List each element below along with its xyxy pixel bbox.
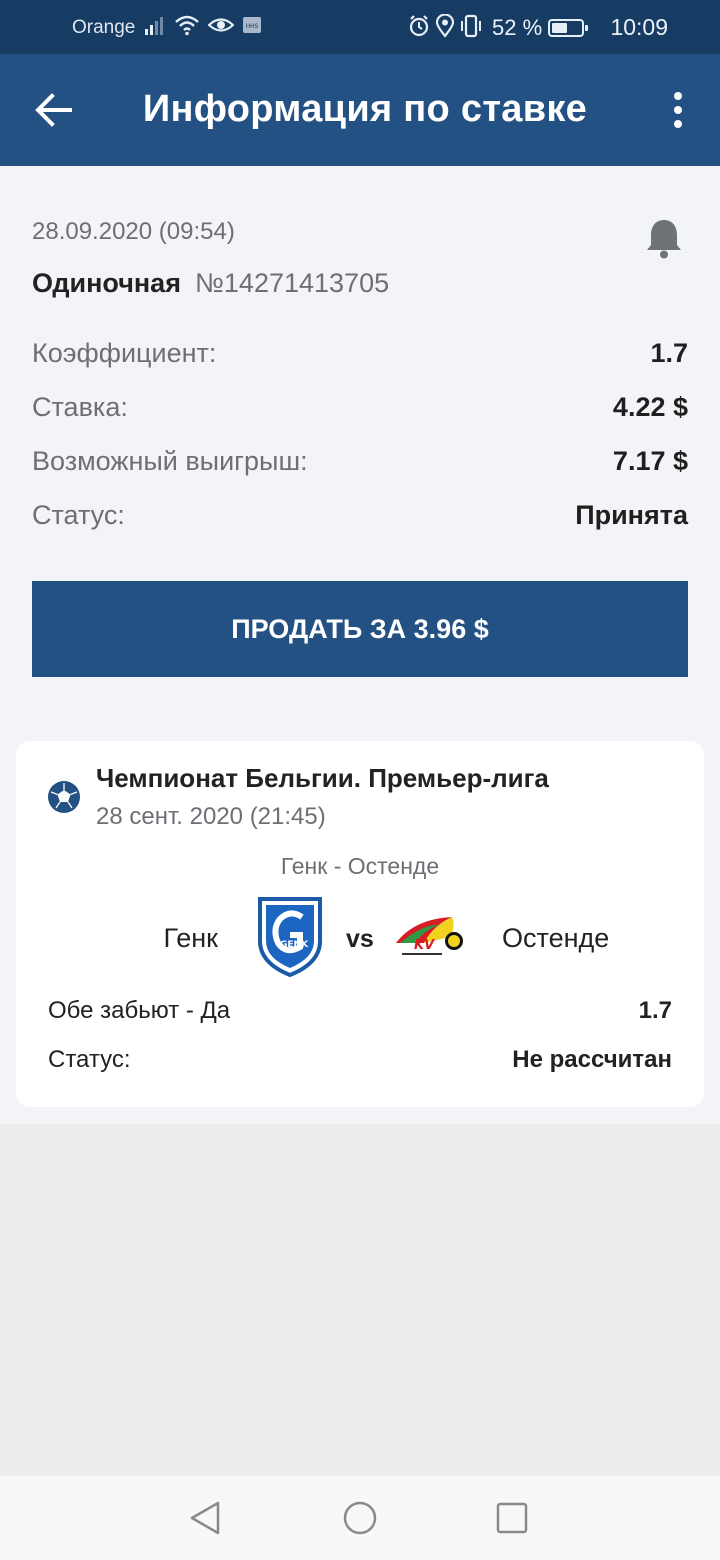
- clock: 10:09: [610, 14, 668, 40]
- nav-recents-icon[interactable]: [494, 1500, 530, 1536]
- detail-row-coefficient: Коэффициент: 1.7: [32, 338, 688, 378]
- status-bar: Orange HHS 52 % 10:09: [0, 0, 720, 54]
- more-vert-icon: [674, 92, 682, 100]
- pick-odds: 1.7: [638, 997, 672, 1024]
- more-vert-dot: [674, 120, 682, 128]
- wifi-icon: [175, 15, 199, 36]
- detail-value: Принята: [575, 500, 688, 530]
- oostende-logo: KV: [396, 917, 463, 955]
- detail-row-possible-win: Возможный выигрыш: 7.17 $: [32, 446, 688, 486]
- versus-label: vs: [346, 925, 374, 953]
- oostende-logo-text: KV: [414, 938, 435, 953]
- football-icon: [48, 781, 80, 813]
- more-vert-dot: [674, 106, 682, 114]
- status-icons-right: [408, 14, 482, 38]
- vibrate-icon: [461, 14, 481, 38]
- battery-icon: [548, 19, 588, 37]
- bet-type-line: Одиночная №14271413705: [32, 268, 389, 299]
- svg-text:HHS: HHS: [246, 23, 259, 30]
- bet-datetime: 28.09.2020 (09:54): [32, 218, 235, 245]
- away-team: Остенде: [502, 923, 610, 953]
- event-status-value: Не рассчитан: [512, 1046, 672, 1073]
- detail-label: Статус:: [32, 500, 125, 530]
- alarm-icon: [409, 15, 429, 37]
- genk-logo-text: GENK: [280, 940, 309, 950]
- notification-button[interactable]: [644, 216, 684, 260]
- location-icon: [436, 14, 454, 38]
- eye-icon: [208, 18, 234, 32]
- battery-percent: 52 %: [492, 15, 543, 40]
- event-status-label: Статус:: [48, 1046, 131, 1073]
- detail-row-status: Статус: Принята: [32, 500, 688, 540]
- carrier-name: Orange: [72, 17, 136, 38]
- detail-label: Ставка:: [32, 392, 128, 422]
- more-options-button[interactable]: [666, 90, 690, 130]
- event-date: 28 сент. 2020 (21:45): [96, 803, 326, 830]
- hd-icon: HHS: [243, 17, 261, 33]
- nav-home-icon[interactable]: [342, 1500, 378, 1536]
- match-title: Генк - Остенде: [280, 853, 440, 879]
- pick-label: Обе забьют - Да: [48, 997, 231, 1024]
- detail-row-stake: Ставка: 4.22 $: [32, 392, 688, 432]
- bell-icon: [647, 220, 681, 259]
- nav-back-icon[interactable]: [188, 1500, 224, 1536]
- detail-value: 1.7: [650, 338, 688, 368]
- system-nav-bar: [0, 1476, 720, 1560]
- detail-label: Коэффициент:: [32, 338, 217, 368]
- battery-level: [552, 23, 567, 33]
- detail-value: 7.17 $: [612, 446, 688, 476]
- sell-button[interactable]: ПРОДАТЬ ЗА 3.96 $: [32, 581, 688, 677]
- signal-icon: [145, 17, 163, 35]
- status-icons-left: HHS: [144, 14, 262, 36]
- genk-logo: GENK: [258, 897, 322, 977]
- detail-label: Возможный выигрыш:: [32, 446, 308, 476]
- bet-details: 28.09.2020 (09:54) Одиночная №14271413705…: [0, 166, 720, 1124]
- home-team: Генк: [163, 923, 218, 953]
- league-name: Чемпионат Бельгии. Премьер-лига: [96, 763, 549, 793]
- page-title: Информация по ставке: [142, 88, 588, 130]
- bet-number: №14271413705: [194, 268, 390, 298]
- detail-value: 4.22 $: [612, 392, 688, 422]
- bet-type: Одиночная: [32, 268, 181, 298]
- app-bar: Информация по ставке: [0, 54, 720, 166]
- event-card: Чемпионат Бельгии. Премьер-лига 28 сент.…: [16, 741, 704, 1107]
